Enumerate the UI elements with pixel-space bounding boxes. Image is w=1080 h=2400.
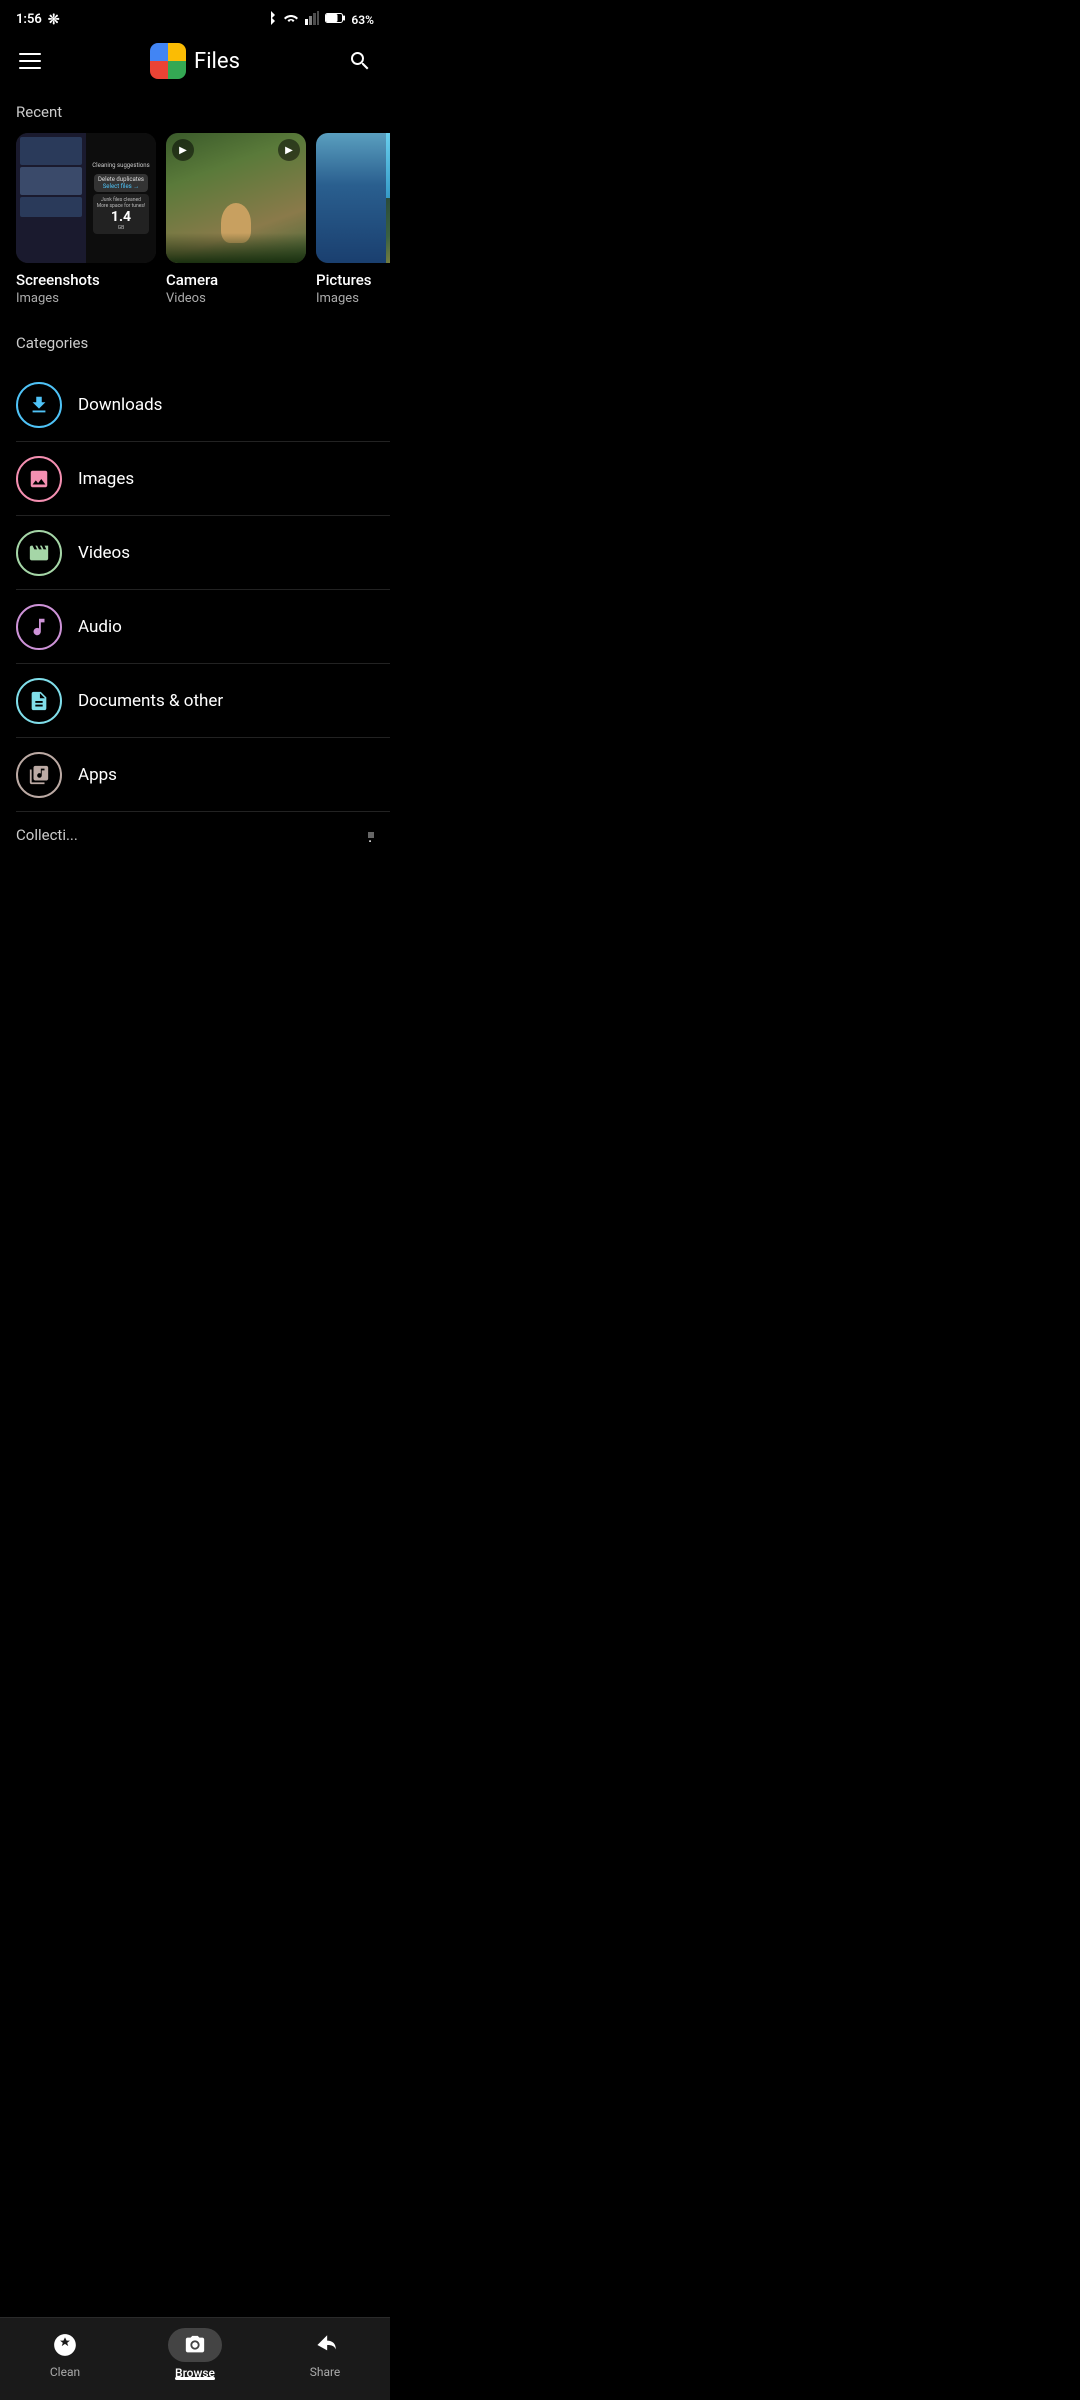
images-icon <box>16 456 62 502</box>
downloads-icon <box>16 382 62 428</box>
menu-button[interactable] <box>16 47 44 75</box>
recent-camera-sublabel: Videos <box>166 291 306 306</box>
status-time: 1:56 <box>16 12 42 27</box>
status-bar: 1:56 ❊ 63 <box>0 0 390 35</box>
nav-browse[interactable]: Browse <box>130 2328 260 2380</box>
category-apps[interactable]: Apps <box>0 738 390 812</box>
collections-dot: · <box>368 832 374 838</box>
nav-share[interactable]: Share <box>260 2329 390 2379</box>
app-title: Files <box>194 49 240 74</box>
status-icons-area: 63% <box>265 10 374 29</box>
status-time-area: 1:56 ❊ <box>16 12 60 28</box>
recent-screenshots-label: Screenshots <box>16 271 156 289</box>
category-videos-label: Videos <box>78 543 130 563</box>
recent-card-pictures[interactable]: Pictures Images <box>316 133 390 306</box>
collections-partial: Collecti... · <box>0 812 390 848</box>
category-audio-label: Audio <box>78 617 122 637</box>
search-button[interactable] <box>346 47 374 75</box>
category-images-label: Images <box>78 469 134 489</box>
browse-pill <box>168 2328 222 2362</box>
clean-icon <box>49 2329 81 2361</box>
audio-icon <box>16 604 62 650</box>
screenshots-thumb: Cleaning suggestions Delete duplicatesSe… <box>16 133 156 263</box>
category-downloads-label: Downloads <box>78 395 162 415</box>
pictures-thumb <box>316 133 390 263</box>
collections-partial-label: Collecti... <box>16 826 78 844</box>
category-documents-label: Documents & other <box>78 691 223 711</box>
recent-card-screenshots[interactable]: Cleaning suggestions Delete duplicatesSe… <box>16 133 156 306</box>
nav-clean-label: Clean <box>50 2365 80 2379</box>
category-audio[interactable]: Audio <box>0 590 390 664</box>
top-bar: Files <box>0 35 390 95</box>
videos-icon <box>16 530 62 576</box>
share-icon <box>309 2329 341 2361</box>
play-icon-2: ▶ <box>278 139 300 161</box>
wifi-icon <box>283 12 299 27</box>
play-icon-1: ▶ <box>172 139 194 161</box>
app-title-area: Files <box>150 43 240 79</box>
documents-icon <box>16 678 62 724</box>
category-videos[interactable]: Videos <box>0 516 390 590</box>
recent-card-camera[interactable]: ▶ ▶ Camera Videos <box>166 133 306 306</box>
apps-icon <box>16 752 62 798</box>
category-apps-label: Apps <box>78 765 117 785</box>
bottom-nav: Clean Browse Share <box>0 2317 390 2400</box>
bluetooth-icon <box>265 10 277 29</box>
camera-thumb: ▶ ▶ <box>166 133 306 263</box>
recent-camera-label: Camera <box>166 271 306 289</box>
battery-icon <box>325 12 345 27</box>
battery-pct: 63% <box>351 13 374 27</box>
category-downloads[interactable]: Downloads <box>0 368 390 442</box>
recent-row: Cleaning suggestions Delete duplicatesSe… <box>0 133 390 326</box>
app-logo <box>150 43 186 79</box>
categories-list: Downloads Images Videos Audio <box>0 368 390 812</box>
signal-icon <box>305 11 319 28</box>
nav-share-label: Share <box>310 2365 341 2379</box>
recent-pictures-sublabel: Images <box>316 291 390 306</box>
notification-icon: ❊ <box>48 12 60 28</box>
recent-screenshots-sublabel: Images <box>16 291 156 306</box>
active-indicator <box>175 2377 215 2380</box>
recent-section-title: Recent <box>0 95 390 133</box>
nav-clean[interactable]: Clean <box>0 2329 130 2379</box>
category-images[interactable]: Images <box>0 442 390 516</box>
recent-pictures-label: Pictures <box>316 271 390 289</box>
category-documents[interactable]: Documents & other <box>0 664 390 738</box>
categories-section-title: Categories <box>0 326 390 368</box>
